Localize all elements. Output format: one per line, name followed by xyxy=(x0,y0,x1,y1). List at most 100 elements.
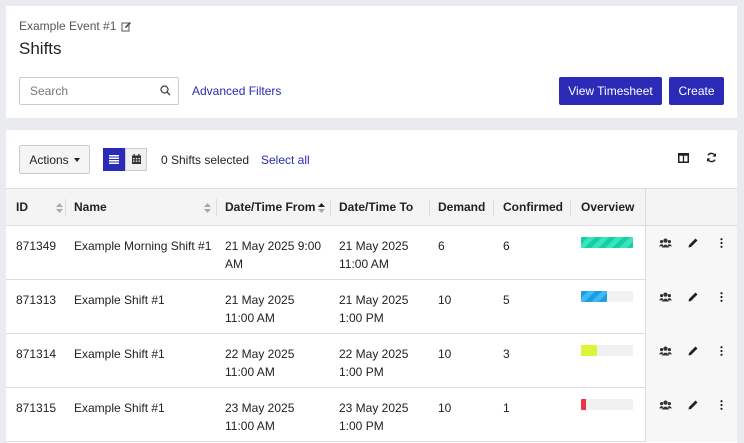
column-header-demand[interactable]: Demand xyxy=(438,189,485,226)
view-timesheet-button[interactable]: View Timesheet xyxy=(559,77,662,105)
table-row[interactable]: 871315 Example Shift #1 23 May 2025 1 1:0… xyxy=(6,388,737,442)
row-actions xyxy=(645,388,737,442)
advanced-filters-link[interactable]: Advanced Filters xyxy=(192,84,281,98)
pencil-icon[interactable] xyxy=(688,291,698,305)
column-header-overview: Overview xyxy=(581,200,635,214)
shift-from: 21 May 2025 9:00 AM xyxy=(225,237,321,273)
shift-name[interactable]: Example Shift #1 xyxy=(74,399,165,417)
column-divider xyxy=(330,199,331,216)
overview-bar xyxy=(581,237,633,248)
event-breadcrumb: Example Event #1 xyxy=(19,19,132,33)
row-actions xyxy=(645,280,737,334)
overview-bar xyxy=(581,345,633,356)
users-icon[interactable] xyxy=(659,399,672,413)
column-divider xyxy=(493,199,494,216)
create-button[interactable]: Create xyxy=(669,77,724,105)
more-vertical-icon[interactable] xyxy=(720,345,723,359)
table-row[interactable]: 871349 Example Morning Shift #1 21 May 2… xyxy=(6,226,737,280)
more-vertical-icon[interactable] xyxy=(720,399,723,413)
overview-bar xyxy=(581,291,633,302)
from-time: 11:00 AM xyxy=(225,311,275,325)
more-vertical-icon[interactable] xyxy=(720,291,723,305)
columns-icon[interactable] xyxy=(678,152,689,166)
shift-id: 871314 xyxy=(16,347,57,361)
shift-demand: 10 xyxy=(438,401,452,415)
selected-count: 0 Shifts selected xyxy=(161,153,250,167)
search-field[interactable] xyxy=(19,77,179,105)
shift-from: 22 May 2025 11:00 AM xyxy=(225,345,294,381)
column-header-id[interactable]: ID xyxy=(16,189,28,226)
column-divider xyxy=(216,199,217,216)
shift-confirmed: 3 xyxy=(503,347,510,361)
shift-to: 22 May 2025 1:00 PM xyxy=(339,345,408,381)
page-header: Example Event #1 Shifts Advanced Filters… xyxy=(6,6,737,118)
column-header-to[interactable]: Date/Time To xyxy=(339,189,413,226)
shift-confirmed: 6 xyxy=(503,239,510,253)
more-vertical-icon[interactable] xyxy=(720,237,723,251)
pencil-icon[interactable] xyxy=(688,399,698,413)
to-time: 1:00 PM xyxy=(339,365,384,379)
calendar-view-button[interactable] xyxy=(125,148,147,171)
actions-dropdown[interactable]: Actions xyxy=(19,145,90,174)
shift-to: 21 May 2025 1:00 PM xyxy=(339,291,408,327)
shift-to: 21 May 2025 11:00 AM xyxy=(339,237,408,273)
from-date: 23 May 2025 xyxy=(225,401,295,415)
edit-icon[interactable] xyxy=(121,21,132,32)
page-title: Shifts xyxy=(19,39,62,58)
row-actions xyxy=(645,334,737,388)
shift-name[interactable]: Example Shift #1 xyxy=(74,345,165,363)
overview-fill xyxy=(581,291,607,302)
shift-demand: 10 xyxy=(438,293,452,307)
list-icon xyxy=(109,153,119,167)
sort-icon[interactable] xyxy=(56,202,63,216)
pencil-icon[interactable] xyxy=(688,237,698,251)
overview-bar xyxy=(581,399,633,410)
from-time: 11:00 AM xyxy=(225,365,275,379)
column-divider xyxy=(429,199,430,216)
sort-asc-icon[interactable] xyxy=(318,202,325,216)
search-input[interactable] xyxy=(20,78,150,104)
shift-from: 21 May 2025 11:00 AM xyxy=(225,291,294,327)
shift-demand: 6 xyxy=(438,239,445,253)
column-header-name[interactable]: Name xyxy=(74,189,107,226)
sort-icon[interactable] xyxy=(204,202,211,216)
table-row[interactable]: 871313 Example Shift #1 21 May 2025 11:0… xyxy=(6,280,737,334)
row-actions xyxy=(645,226,737,280)
to-time: 1:00 PM xyxy=(339,419,384,433)
from-date: 21 May 2025 9:00 xyxy=(225,239,322,253)
table-row[interactable]: 871314 Example Shift #1 22 May 2025 11:0… xyxy=(6,334,737,388)
column-divider xyxy=(645,189,646,226)
shift-id: 871349 xyxy=(16,239,57,253)
users-icon[interactable] xyxy=(659,237,672,251)
shift-id: 871315 xyxy=(16,401,57,415)
shift-name[interactable]: Example Morning Shift #1 xyxy=(74,237,211,255)
shift-name[interactable]: Example Shift #1 xyxy=(74,291,165,309)
overview-fill xyxy=(581,237,633,248)
from-time: AM xyxy=(225,257,243,271)
overview-fill xyxy=(581,345,597,356)
overview-fill xyxy=(581,399,587,410)
view-toggle xyxy=(103,148,147,171)
event-name[interactable]: Example Event #1 xyxy=(19,19,116,33)
list-view-button[interactable] xyxy=(103,148,125,171)
users-icon[interactable] xyxy=(659,345,672,359)
to-time: 1:00 PM xyxy=(339,311,384,325)
to-date: 22 May 2025 xyxy=(339,347,409,361)
from-date: 21 May 2025 xyxy=(225,293,295,307)
from-date: 22 May 2025 xyxy=(225,347,295,361)
shift-id: 871313 xyxy=(16,293,57,307)
shifts-table-card: Actions 0 Shifts selected Select all ID … xyxy=(6,130,737,443)
shift-confirmed: 1 xyxy=(503,401,510,415)
refresh-icon[interactable] xyxy=(706,152,717,166)
shift-confirmed: 5 xyxy=(503,293,510,307)
column-header-confirmed[interactable]: Confirmed xyxy=(503,189,563,226)
pencil-icon[interactable] xyxy=(688,345,698,359)
to-date: 21 May 2025 xyxy=(339,239,409,253)
to-date: 21 May 2025 xyxy=(339,293,409,307)
users-icon[interactable] xyxy=(659,291,672,305)
column-header-from[interactable]: Date/Time From xyxy=(225,189,315,226)
select-all-link[interactable]: Select all xyxy=(261,153,310,167)
search-icon[interactable] xyxy=(160,85,171,99)
column-divider xyxy=(570,199,571,216)
caret-down-icon xyxy=(73,157,80,162)
